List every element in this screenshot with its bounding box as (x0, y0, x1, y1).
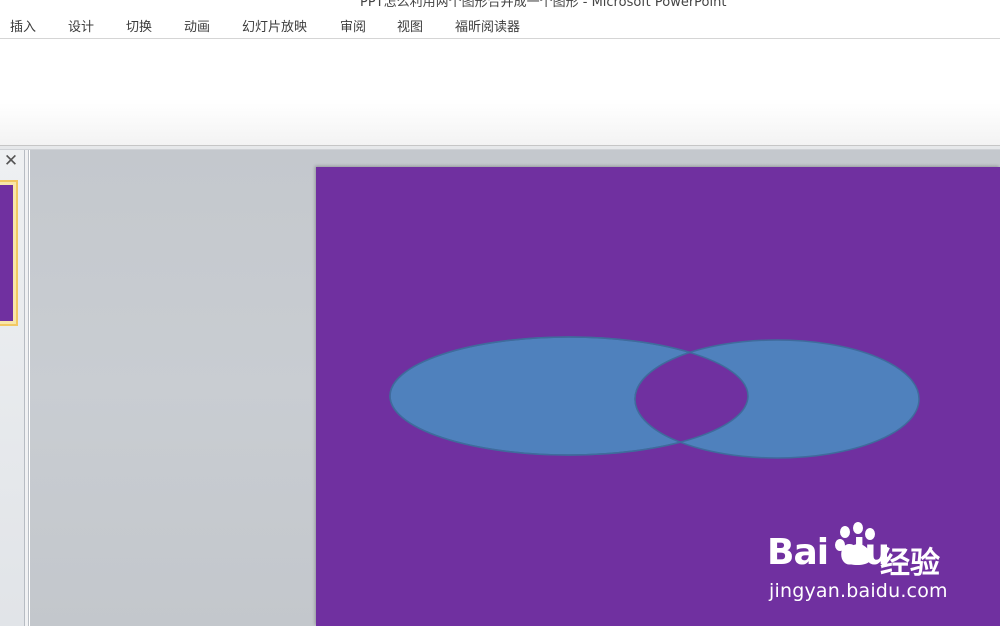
baidu-jingyan-watermark: Bai du 经验 jingyan.baidu.com (767, 520, 967, 610)
tab-slide-show[interactable]: 幻灯片放映 (242, 16, 307, 35)
close-icon[interactable]: ✕ (2, 152, 20, 170)
tab-view[interactable]: 视图 (397, 16, 423, 35)
tab-insert[interactable]: 插入 (10, 16, 36, 35)
watermark-product: 经验 (880, 546, 940, 581)
tab-foxit-reader[interactable]: 福昕阅读器 (455, 16, 520, 35)
tab-animations[interactable]: 动画 (184, 16, 210, 35)
tab-review[interactable]: 审阅 (340, 16, 366, 35)
slide-thumbnail-preview (0, 185, 13, 321)
title-bar: PPT怎么利用两个图形合并成一个图形 - Microsoft PowerPoin… (0, 0, 1000, 10)
pane-splitter[interactable] (25, 150, 29, 626)
ribbon-panel (0, 40, 1000, 146)
paw-icon (835, 522, 875, 565)
tab-design[interactable]: 设计 (68, 16, 94, 35)
slide-thumbnail[interactable] (0, 180, 18, 326)
watermark-url: jingyan.baidu.com (769, 580, 948, 602)
ribbon-tabs: 插入 设计 切换 动画 幻灯片放映 审阅 视图 福昕阅读器 (0, 8, 1000, 39)
tab-transitions[interactable]: 切换 (126, 16, 152, 35)
slide-thumbnails-pane: ✕ (0, 150, 25, 626)
